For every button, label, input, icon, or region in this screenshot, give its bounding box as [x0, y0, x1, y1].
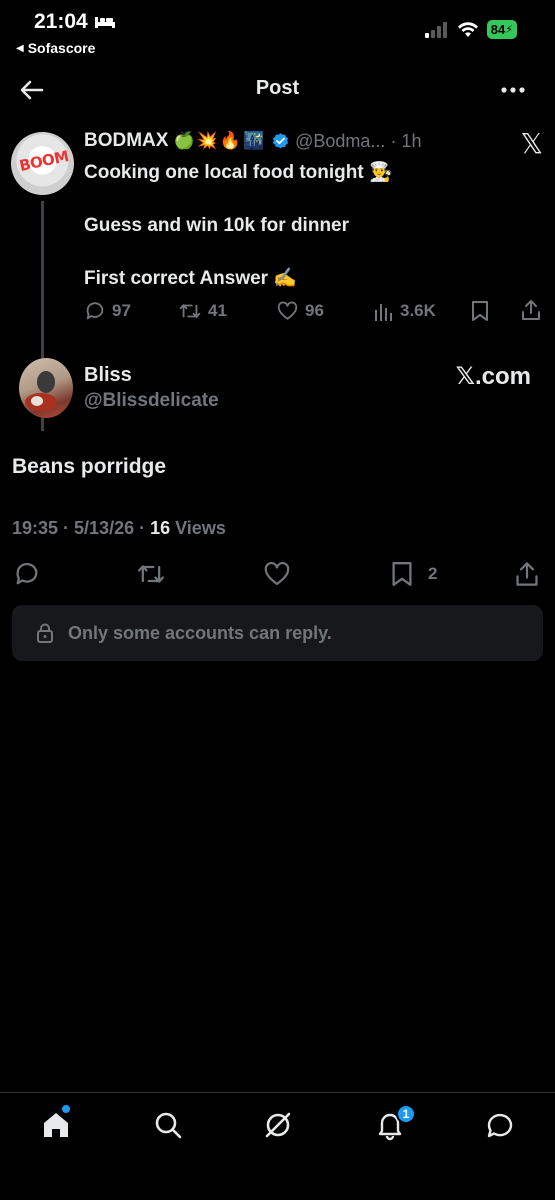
- bottom-nav: 1: [0, 1092, 555, 1200]
- post-views-count[interactable]: 16: [150, 518, 170, 538]
- analytics-bars-icon: [375, 304, 392, 321]
- post-line: First correct Answer ✍️: [84, 268, 298, 289]
- bookmark-icon: [392, 562, 412, 586]
- verified-badge-icon: [273, 132, 289, 148]
- source-label: 𝕏.com: [455, 363, 531, 390]
- bookmark-count: 2: [428, 564, 438, 583]
- repost-count: 41: [208, 301, 227, 320]
- avatar-photo-icon: [25, 371, 57, 411]
- cellular-signal-icon: [424, 21, 447, 38]
- repost-button-icon[interactable]: [135, 560, 167, 588]
- battery-level: 84: [490, 22, 506, 37]
- reply-post-actions: 2: [0, 558, 555, 592]
- author-handle[interactable]: @Bodma...: [295, 131, 385, 152]
- wifi-icon: [457, 21, 478, 37]
- reply-restriction-notice: Only some accounts can reply.: [12, 605, 543, 661]
- home-new-indicator: [62, 1105, 70, 1113]
- notification-badge: 1: [396, 1104, 416, 1124]
- views-count: 3.6K: [400, 301, 436, 320]
- reply-count: 97: [112, 301, 131, 320]
- lock-icon: [37, 623, 53, 643]
- back-app-label: Sofascore: [27, 40, 96, 56]
- status-right: 84 ⚡: [424, 20, 517, 39]
- post-header: Post: [0, 66, 555, 114]
- post-views-label: Views: [170, 518, 226, 538]
- grok-icon[interactable]: [262, 1109, 294, 1141]
- charging-bolt-icon: ⚡: [505, 24, 513, 36]
- home-icon[interactable]: [40, 1109, 72, 1141]
- search-icon[interactable]: [152, 1109, 184, 1141]
- reply-restriction-text: Only some accounts can reply.: [68, 622, 332, 643]
- post-line: Cooking one local food tonight 👨‍🍳: [84, 162, 393, 183]
- bookmark-icon[interactable]: [470, 300, 490, 322]
- status-bar: 21:04 ◀ Sofascore 84 ⚡: [0, 0, 555, 62]
- back-to-app-link[interactable]: ◀ Sofascore: [16, 40, 95, 56]
- author-name[interactable]: BODMAX: [84, 130, 168, 152]
- x-logo-icon: 𝕏: [520, 128, 543, 159]
- heart-icon: [277, 301, 298, 320]
- like-count-button[interactable]: 96: [276, 300, 324, 322]
- reply-bubble-icon: [86, 302, 104, 320]
- avatar[interactable]: BOOM: [11, 132, 74, 195]
- page-title: Post: [255, 77, 300, 99]
- reply-author-name[interactable]: Bliss: [84, 364, 132, 387]
- share-button-icon[interactable]: [514, 560, 540, 588]
- sleep-bed-icon: [94, 17, 115, 28]
- post-line: Guess and win 10k for dinner: [84, 215, 350, 236]
- reply-count-button[interactable]: 97: [84, 300, 131, 322]
- like-button-icon[interactable]: [262, 560, 292, 588]
- more-options-icon[interactable]: [499, 78, 527, 102]
- share-icon[interactable]: [520, 299, 542, 321]
- views-count-button[interactable]: 3.6K: [374, 300, 436, 322]
- like-count: 96: [305, 301, 324, 320]
- reply-text: Beans porridge: [12, 455, 167, 478]
- original-post-header: BODMAX 🍏💥🔥🌃 @Bodma... · 1h: [84, 130, 421, 152]
- repost-count-button[interactable]: 41: [178, 300, 227, 322]
- status-time: 21:04: [34, 10, 116, 34]
- back-triangle-icon: ◀: [16, 42, 24, 54]
- original-post-text: Cooking one local food tonight 👨‍🍳 Guess…: [84, 159, 524, 318]
- post-age: · 1h: [390, 130, 422, 151]
- post-meta: 19:35 · 5/13/26 · 16 Views: [12, 518, 226, 539]
- original-post-actions: 97 41 96 3.6K: [84, 298, 544, 326]
- clock-text: 21:04: [34, 10, 88, 33]
- avatar[interactable]: [19, 358, 73, 418]
- name-emojis: 🍏💥🔥🌃: [173, 131, 267, 150]
- battery-indicator: 84 ⚡: [486, 20, 517, 39]
- reply-author-handle[interactable]: @Blissdelicate: [84, 390, 219, 412]
- post-timestamp: 19:35 · 5/13/26 ·: [12, 518, 151, 538]
- messages-icon[interactable]: [484, 1109, 516, 1141]
- avatar-logo-text: BOOM: [17, 147, 71, 175]
- repost-icon: [179, 304, 201, 318]
- bookmark-button[interactable]: 2: [390, 560, 437, 588]
- reply-button-icon[interactable]: [13, 560, 41, 588]
